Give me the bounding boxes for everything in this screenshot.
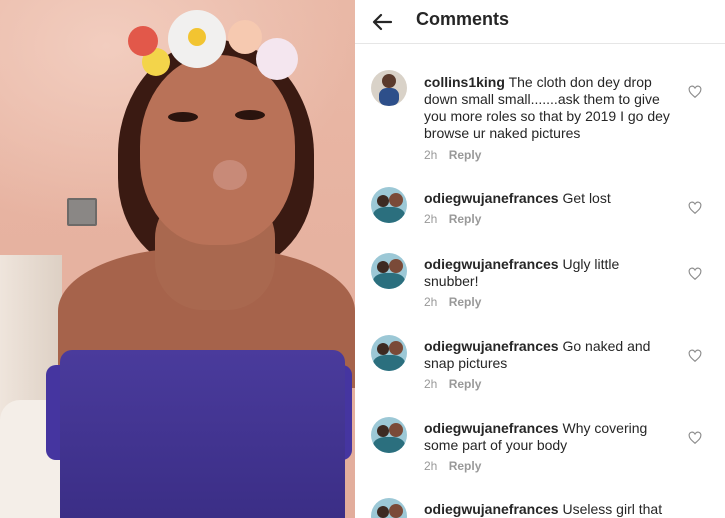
avatar[interactable] (371, 335, 407, 371)
heart-outline-icon[interactable] (688, 349, 702, 363)
comment-time: 2h (424, 377, 438, 391)
wall-switch (67, 198, 97, 226)
flower (188, 28, 206, 46)
page-title: Comments (416, 9, 510, 29)
comment-username[interactable]: odiegwujanefrances (424, 338, 559, 354)
comment-username[interactable]: odiegwujanefrances (424, 256, 559, 272)
comment-meta: 2h Reply (424, 377, 481, 391)
reply-button[interactable]: Reply (449, 377, 482, 391)
flower-crown (128, 8, 313, 88)
lips (213, 160, 247, 190)
reply-button[interactable]: Reply (449, 212, 482, 226)
comment-username[interactable]: odiegwujanefrances (424, 190, 559, 206)
arrow-left-icon[interactable] (367, 7, 397, 37)
comment-time: 2h (424, 212, 438, 226)
right-eye (235, 110, 265, 120)
avatar[interactable] (371, 70, 407, 106)
heart-outline-icon[interactable] (688, 201, 702, 215)
comment-meta: 2h Reply (424, 295, 481, 309)
comment-username[interactable]: odiegwujanefrances (424, 501, 559, 517)
comment-text: odiegwujanefrances Ugly little snubber! (424, 256, 634, 290)
comment-time: 2h (424, 295, 438, 309)
flower (228, 20, 262, 54)
avatar[interactable] (371, 187, 407, 223)
comment-meta: 2h Reply (424, 148, 481, 162)
heart-outline-icon[interactable] (688, 267, 702, 281)
comment-username[interactable]: odiegwujanefrances (424, 420, 559, 436)
comment-meta: 2h Reply (424, 212, 481, 226)
comment-text: odiegwujanefrances Useless girl that (424, 501, 684, 518)
comment-body: Get lost (562, 190, 611, 206)
purple-top (60, 350, 345, 518)
heart-outline-icon[interactable] (688, 431, 702, 445)
heart-outline-icon[interactable] (688, 85, 702, 99)
post-photo (0, 0, 355, 518)
avatar[interactable] (371, 498, 407, 518)
flower (256, 38, 298, 80)
avatar[interactable] (371, 253, 407, 289)
comment-username[interactable]: collins1king (424, 74, 505, 90)
flower (128, 26, 158, 56)
reply-button[interactable]: Reply (449, 459, 482, 473)
comment-text: collins1king The cloth don dey drop down… (424, 74, 684, 142)
comment-text: odiegwujanefrances Go naked and snap pic… (424, 338, 659, 372)
reply-button[interactable]: Reply (449, 148, 482, 162)
comment-time: 2h (424, 459, 438, 473)
comments-panel: Comments collins1king The cloth don dey … (355, 0, 725, 518)
avatar[interactable] (371, 417, 407, 453)
comment-text: odiegwujanefrances Why covering some par… (424, 420, 664, 454)
comment-meta: 2h Reply (424, 459, 481, 473)
comments-header: Comments (355, 0, 725, 44)
comment-time: 2h (424, 148, 438, 162)
comment-body: Useless girl that (562, 501, 663, 517)
reply-button[interactable]: Reply (449, 295, 482, 309)
left-eye (168, 112, 198, 122)
comment-text: odiegwujanefrances Get lost (424, 190, 684, 207)
